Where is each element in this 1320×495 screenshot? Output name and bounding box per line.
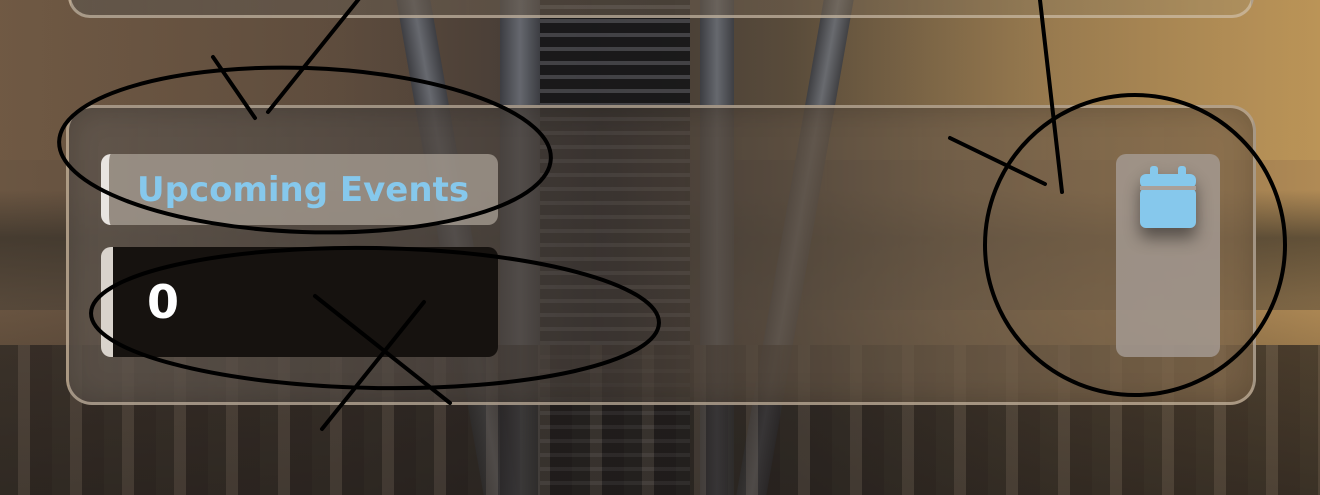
- previous-widget-card: [68, 0, 1254, 18]
- calendar-icon-tile[interactable]: [1116, 154, 1220, 357]
- widget-title: Upcoming Events: [137, 169, 470, 210]
- calendar-icon: [1140, 166, 1196, 228]
- widget-title-pill: Upcoming Events: [101, 154, 498, 225]
- event-count-value: 0: [147, 275, 180, 329]
- event-count-box: 0: [101, 247, 498, 357]
